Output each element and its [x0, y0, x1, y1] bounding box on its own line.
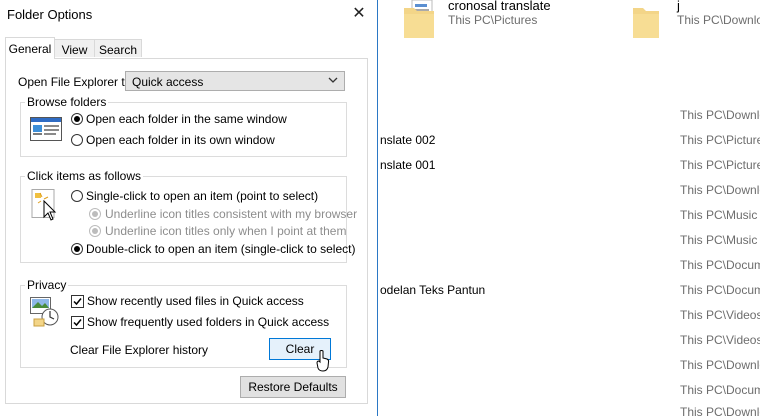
row-name[interactable]: odelan Teks Pantun	[380, 283, 485, 297]
folder-options-dialog: Folder Options ✕ General View Search Ope…	[0, 0, 378, 416]
row-path: This PC\Music	[680, 233, 758, 247]
row-path: This PC\Picture	[680, 158, 760, 172]
restore-defaults-label: Restore Defaults	[248, 380, 338, 394]
tab-search[interactable]: Search	[94, 39, 142, 57]
tab-general[interactable]: General	[5, 37, 55, 59]
browse-folders-label: Browse folders	[25, 95, 109, 109]
tile-name: cronosal translate	[448, 0, 551, 13]
underline-point-label: Underline icon titles only when I point …	[105, 224, 347, 238]
single-click-label[interactable]: Single-click to open an item (point to s…	[86, 189, 318, 203]
tab-view[interactable]: View	[54, 39, 95, 57]
dialog-title: Folder Options	[7, 7, 93, 22]
row-path: This PC\Docum	[680, 258, 760, 272]
row-name[interactable]: nslate 002	[380, 133, 435, 147]
browse-folders-group	[20, 102, 347, 157]
open-explorer-select[interactable]: Quick access	[125, 71, 345, 91]
mouse-cursor-icon	[316, 350, 330, 372]
underline-browser-radio	[89, 208, 101, 220]
row-path: This PC\Docum	[680, 283, 760, 297]
browse-own-window-label[interactable]: Open each folder in its own window	[86, 133, 275, 147]
browse-folders-icon	[30, 117, 62, 141]
privacy-icon	[30, 297, 59, 327]
clear-button-label: Clear	[285, 342, 315, 356]
tab-label: General	[8, 42, 52, 56]
underline-browser-label: Underline icon titles consistent with my…	[105, 207, 358, 221]
recent-files-label[interactable]: Show recently used files in Quick access	[87, 294, 304, 308]
frequent-folders-label[interactable]: Show frequently used folders in Quick ac…	[87, 315, 329, 329]
privacy-label: Privacy	[25, 278, 69, 292]
chevron-down-icon	[328, 77, 338, 83]
single-click-radio[interactable]	[71, 190, 83, 202]
close-icon[interactable]: ✕	[351, 6, 367, 22]
tile-path: This PC\Downlo	[677, 13, 760, 27]
row-name[interactable]: nslate 001	[380, 158, 435, 172]
restore-defaults-button[interactable]: Restore Defaults	[240, 376, 346, 398]
folder-icon	[404, 0, 434, 38]
clear-history-label: Clear File Explorer history	[70, 343, 209, 357]
folder-icon	[633, 8, 659, 38]
row-path: This PC\Music	[680, 208, 758, 222]
double-click-label[interactable]: Double-click to open an item (single-cli…	[86, 242, 355, 256]
open-explorer-label: Open File Explorer to:	[18, 75, 135, 89]
tile-name: j	[677, 0, 680, 13]
row-path: This PC\Downlo	[680, 405, 760, 419]
double-click-radio[interactable]	[71, 243, 83, 255]
row-path: This PC\Videos	[680, 333, 760, 347]
frequent-folders-checkbox[interactable]	[71, 316, 84, 329]
select-value: Quick access	[132, 75, 204, 89]
row-path: This PC\Downlo	[680, 108, 760, 122]
pointer-click-icon	[31, 189, 57, 221]
browse-same-window-label[interactable]: Open each folder in the same window	[86, 112, 287, 126]
row-path: This PC\Videos	[680, 308, 760, 322]
row-path: This PC\Downlo	[680, 183, 760, 197]
tile-path: This PC\Pictures	[448, 13, 538, 27]
browse-own-window-radio[interactable]	[71, 134, 83, 146]
title-bar[interactable]: Folder Options ✕	[0, 0, 377, 30]
tab-label: View	[61, 43, 88, 57]
tab-label: Search	[98, 43, 138, 57]
click-items-label: Click items as follows	[25, 169, 144, 183]
recent-files-checkbox[interactable]	[71, 295, 84, 308]
underline-point-radio	[89, 225, 101, 237]
row-path: This PC\Picture	[680, 133, 760, 147]
row-path: This PC\Downlo	[680, 358, 760, 372]
row-path: This PC\Docum	[680, 383, 760, 397]
browse-same-window-radio[interactable]	[71, 113, 83, 125]
